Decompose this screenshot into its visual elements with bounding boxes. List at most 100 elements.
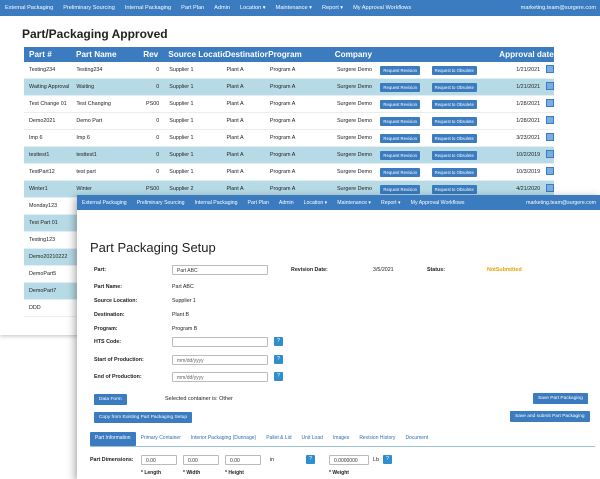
tab-primary-container[interactable]: Primary Container xyxy=(136,432,186,446)
col-part-name: Part Name xyxy=(76,50,117,59)
tab-pallet-lid[interactable]: Pallet & Lid xyxy=(261,432,296,446)
table-row[interactable]: Test Change 01 Test Changing PS00 Supplier … xyxy=(24,96,554,113)
cell-part-name: Winter xyxy=(76,186,92,192)
selected-container-text: Selected container is: Other xyxy=(165,396,233,402)
nav-location-menu[interactable]: Location ▾ xyxy=(299,200,333,206)
nav-part-plan[interactable]: Part Plan xyxy=(176,5,209,11)
calendar-icon[interactable] xyxy=(545,99,554,107)
calendar-icon[interactable] xyxy=(545,167,554,175)
data-form-button[interactable]: Data Form xyxy=(94,394,127,405)
dimensions-help-button[interactable]: ? xyxy=(306,455,315,464)
col-company: Company xyxy=(334,50,372,59)
request-revision-button[interactable]: Request Revision xyxy=(380,99,421,109)
request-revision-button[interactable]: Request Revision xyxy=(380,65,421,75)
nav-preliminary-sourcing[interactable]: Preliminary Sourcing xyxy=(132,200,190,206)
user-email[interactable]: marketing.team@surgere.com xyxy=(521,5,596,11)
tab-images[interactable]: Images xyxy=(328,432,354,446)
table-row[interactable]: Imp 6 Imp 6 0 Supplier 1 Plant A Program A Sur… xyxy=(24,130,554,147)
save-part-packaging-button[interactable]: Save Part Packaging xyxy=(533,393,588,404)
nav-admin[interactable]: Admin xyxy=(209,5,235,11)
request-revision-button[interactable]: Request Revision xyxy=(380,150,421,160)
cell-company: Surgere Demo xyxy=(336,67,373,73)
status-label: Status: xyxy=(427,267,445,273)
status-badge: NotSubmitted xyxy=(487,267,522,273)
cell-part-number: Waiting Approval xyxy=(29,84,70,90)
request-obsolete-button[interactable]: Request to Obsolete xyxy=(431,116,477,126)
request-obsolete-button[interactable]: Request to Obsolete xyxy=(431,167,477,177)
nav-admin[interactable]: Admin xyxy=(274,200,299,206)
user-email[interactable]: marketing.team@surgere.com xyxy=(526,200,596,206)
nav-external-packaging[interactable]: External Packaging xyxy=(0,5,58,11)
cell-source-location: Supplier 1 xyxy=(169,169,194,175)
save-submit-button[interactable]: Save and submit Part Packaging xyxy=(510,411,590,422)
table-row[interactable]: Waiting Approval Waiting 0 Supplier 1 Plant … xyxy=(24,79,554,96)
weight-help-button[interactable]: ? xyxy=(383,455,392,464)
start-production-label: Start of Production: xyxy=(94,357,144,363)
revision-date-label: Revision Date: xyxy=(291,267,328,273)
request-obsolete-button[interactable]: Request to Obsolete xyxy=(431,65,477,75)
cell-part-name: Testing234 xyxy=(76,67,103,73)
height-input[interactable]: 0.00 xyxy=(225,455,261,465)
cell-approval-date: 4/21/2020 xyxy=(516,186,541,192)
nav-approval-workflows[interactable]: My Approval Workflows xyxy=(406,200,470,206)
nav-maintenance-menu[interactable]: Maintenance ▾ xyxy=(271,5,317,11)
calendar-icon[interactable] xyxy=(545,116,554,124)
table-row[interactable]: TestPart12 test part 0 Supplier 1 Plant A Pro… xyxy=(24,164,554,181)
nav-report-menu[interactable]: Report ▾ xyxy=(317,5,348,11)
cell-approval-date: 3/23/2021 xyxy=(516,135,541,141)
request-revision-button[interactable]: Request Revision xyxy=(380,184,421,194)
calendar-icon[interactable] xyxy=(545,65,554,73)
tab-part-information[interactable]: Part Information xyxy=(90,432,136,446)
table-row[interactable]: Testing234 Testing234 0 Supplier 1 Plant A Pr… xyxy=(24,62,554,79)
request-obsolete-button[interactable]: Request to Obsolete xyxy=(431,150,477,160)
request-revision-button[interactable]: Request Revision xyxy=(380,133,421,143)
revision-date-value: 3/5/2021 xyxy=(373,267,394,273)
col-rev: Rev xyxy=(143,50,159,59)
request-obsolete-button[interactable]: Request to Obsolete xyxy=(431,133,477,143)
request-obsolete-button[interactable]: Request to Obsolete xyxy=(431,82,477,92)
nav-part-plan[interactable]: Part Plan xyxy=(243,200,274,206)
tab-document[interactable]: Document xyxy=(400,432,433,446)
request-revision-button[interactable]: Request Revision xyxy=(380,116,421,126)
request-obsolete-button[interactable]: Request to Obsolete xyxy=(431,99,477,109)
hts-help-button[interactable]: ? xyxy=(274,337,283,346)
copy-existing-button[interactable]: Copy from Existing Part Packaging Setup xyxy=(94,412,192,423)
nav-external-packaging[interactable]: External Packaging xyxy=(77,200,132,206)
cell-program: Program A xyxy=(269,135,296,141)
table-row[interactable]: testtest1 testtest1 0 Supplier 1 Plant A Prog… xyxy=(24,147,554,164)
start-production-help-button[interactable]: ? xyxy=(274,355,283,364)
nav-location-menu[interactable]: Location ▾ xyxy=(235,5,271,11)
cell-approval-date: 1/21/2021 xyxy=(516,67,541,73)
nav-report-menu[interactable]: Report ▾ xyxy=(376,200,406,206)
weight-input[interactable]: 0.0000000 xyxy=(329,455,369,465)
part-field[interactable]: Part ABC xyxy=(172,265,268,275)
calendar-icon[interactable] xyxy=(545,82,554,90)
request-obsolete-button[interactable]: Request to Obsolete xyxy=(431,184,477,194)
nav-preliminary-sourcing[interactable]: Preliminary Sourcing xyxy=(58,5,120,11)
end-production-help-button[interactable]: ? xyxy=(274,372,283,381)
nav-maintenance-menu[interactable]: Maintenance ▾ xyxy=(332,200,376,206)
tab-divider xyxy=(90,446,595,447)
width-input[interactable]: 0.00 xyxy=(183,455,219,465)
calendar-icon[interactable] xyxy=(545,150,554,158)
nav-approval-workflows[interactable]: My Approval Workflows xyxy=(348,5,416,11)
request-revision-button[interactable]: Request Revision xyxy=(380,167,421,177)
nav-internal-packaging[interactable]: Internal Packaging xyxy=(120,5,176,11)
tab-unit-load[interactable]: Unit Load xyxy=(297,432,328,446)
length-input[interactable]: 0.00 xyxy=(141,455,177,465)
tab-interior-packaging[interactable]: Interior Packaging (Dunnage) xyxy=(186,432,261,446)
start-production-input[interactable]: mm/dd/yyyy xyxy=(172,355,268,365)
table-row[interactable]: Demo2021 Demo Part 0 Supplier 1 Plant A Progr… xyxy=(24,113,554,130)
nav-internal-packaging[interactable]: Internal Packaging xyxy=(190,200,243,206)
tab-revision-history[interactable]: Revision History xyxy=(354,432,400,446)
cell-destination: Plant A xyxy=(226,67,244,73)
calendar-icon[interactable] xyxy=(545,184,554,192)
end-production-input[interactable]: mm/dd/yyyy xyxy=(172,372,268,382)
cell-destination: Plant A xyxy=(226,152,244,158)
cell-rev: PS00 xyxy=(146,101,160,107)
request-revision-button[interactable]: Request Revision xyxy=(380,82,421,92)
hts-code-input[interactable] xyxy=(172,337,268,347)
cell-rev: 0 xyxy=(156,118,160,124)
calendar-icon[interactable] xyxy=(545,133,554,141)
cell-destination: Plant A xyxy=(226,169,244,175)
